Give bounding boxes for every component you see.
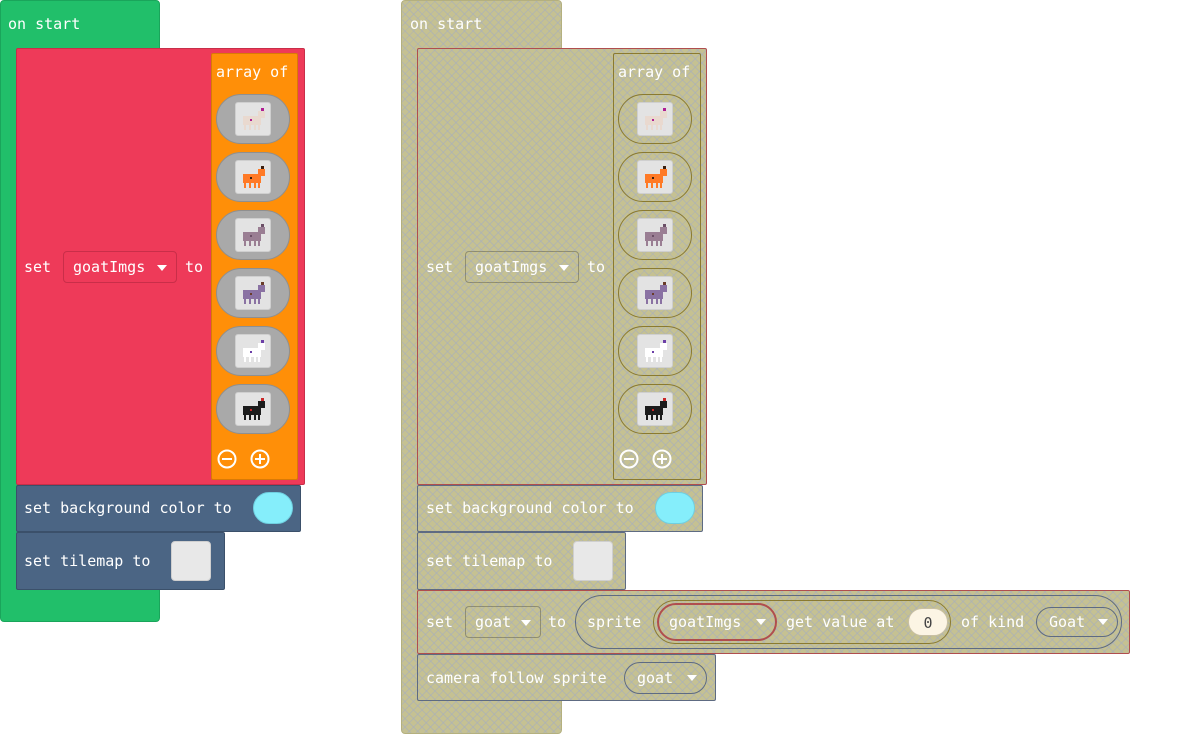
color-picker[interactable] bbox=[253, 492, 293, 524]
chevron-down-icon bbox=[756, 619, 766, 625]
ghost-on-start-label: on start bbox=[410, 15, 483, 33]
white-goat-icon bbox=[637, 102, 673, 136]
ghost-image-slot bbox=[618, 384, 692, 434]
ghost-variable-dropdown-label: goatImgs bbox=[475, 258, 548, 276]
purple-goat-icon bbox=[637, 276, 673, 310]
image-slot[interactable] bbox=[216, 94, 290, 144]
black-goat-icon bbox=[637, 392, 673, 426]
ghost-sprite-keyword: sprite bbox=[587, 613, 642, 631]
ghost-add-item-icon bbox=[652, 449, 672, 469]
set-background-color-label: set background color to bbox=[24, 499, 232, 517]
white-horned-goat-icon bbox=[637, 334, 673, 368]
ghost-color-swatch bbox=[655, 492, 695, 524]
ghost-sprite-set-keyword: set bbox=[426, 613, 454, 631]
ghost-kind-label: Goat bbox=[1049, 613, 1086, 631]
ghost-array-variable-label: goatImgs bbox=[669, 613, 742, 631]
set-tilemap-label: set tilemap to bbox=[24, 552, 151, 570]
chevron-down-icon bbox=[1098, 619, 1108, 625]
to-keyword: to bbox=[185, 258, 204, 276]
variable-dropdown[interactable]: goatImgs bbox=[63, 251, 177, 283]
ghost-image-slot bbox=[618, 268, 692, 318]
ghost-camera-target-label: goat bbox=[637, 669, 674, 687]
ghost-to-keyword: to bbox=[587, 258, 606, 276]
ghost-index-input: 0 bbox=[908, 608, 948, 636]
ghost-kind-dropdown: Goat bbox=[1036, 607, 1118, 637]
image-slot[interactable] bbox=[216, 152, 290, 202]
remove-item-icon[interactable] bbox=[217, 449, 237, 469]
image-slot[interactable] bbox=[216, 210, 290, 260]
white-horned-goat-icon bbox=[235, 334, 271, 368]
black-goat-icon bbox=[235, 392, 271, 426]
white-goat-icon bbox=[235, 102, 271, 136]
ghost-remove-item-icon bbox=[619, 449, 639, 469]
chevron-down-icon bbox=[559, 265, 569, 271]
ghost-variable-dropdown: goatImgs bbox=[465, 251, 579, 283]
ghost-set-keyword: set bbox=[426, 258, 454, 276]
ghost-image-slot bbox=[618, 152, 692, 202]
array-of-label: array of bbox=[216, 63, 289, 81]
orange-goat-icon bbox=[235, 160, 271, 194]
image-slot[interactable] bbox=[216, 326, 290, 376]
set-keyword: set bbox=[24, 258, 52, 276]
ghost-sprite-to-keyword: to bbox=[548, 613, 567, 631]
ghost-camera-follow-label: camera follow sprite bbox=[426, 669, 607, 687]
ghost-array-of-label: array of bbox=[618, 63, 691, 81]
grey-goat-icon bbox=[235, 218, 271, 252]
ghost-camera-target-dropdown: goat bbox=[624, 662, 707, 694]
chevron-down-icon bbox=[687, 675, 697, 681]
ghost-image-slot bbox=[618, 94, 692, 144]
image-slot[interactable] bbox=[216, 268, 290, 318]
orange-goat-icon bbox=[637, 160, 673, 194]
image-slot[interactable] bbox=[216, 384, 290, 434]
ghost-tilemap-thumbnail bbox=[573, 541, 613, 581]
ghost-of-kind-label: of kind bbox=[961, 613, 1025, 631]
grey-goat-icon bbox=[637, 218, 673, 252]
on-start-label: on start bbox=[8, 15, 81, 33]
ghost-set-tilemap-label: set tilemap to bbox=[426, 552, 553, 570]
chevron-down-icon bbox=[157, 265, 167, 271]
ghost-sprite-variable-dropdown: goat bbox=[465, 606, 541, 638]
ghost-array-variable-pill: goatImgs bbox=[657, 603, 777, 641]
purple-goat-icon bbox=[235, 276, 271, 310]
ghost-image-slot bbox=[618, 210, 692, 260]
tilemap-editor-thumbnail[interactable] bbox=[171, 541, 211, 581]
ghost-set-background-color-label: set background color to bbox=[426, 499, 634, 517]
ghost-get-value-label: get value at bbox=[786, 613, 895, 631]
ghost-sprite-variable-label: goat bbox=[475, 613, 512, 631]
ghost-image-slot bbox=[618, 326, 692, 376]
add-item-icon[interactable] bbox=[250, 449, 270, 469]
chevron-down-icon bbox=[521, 620, 531, 626]
variable-dropdown-label: goatImgs bbox=[73, 258, 146, 276]
